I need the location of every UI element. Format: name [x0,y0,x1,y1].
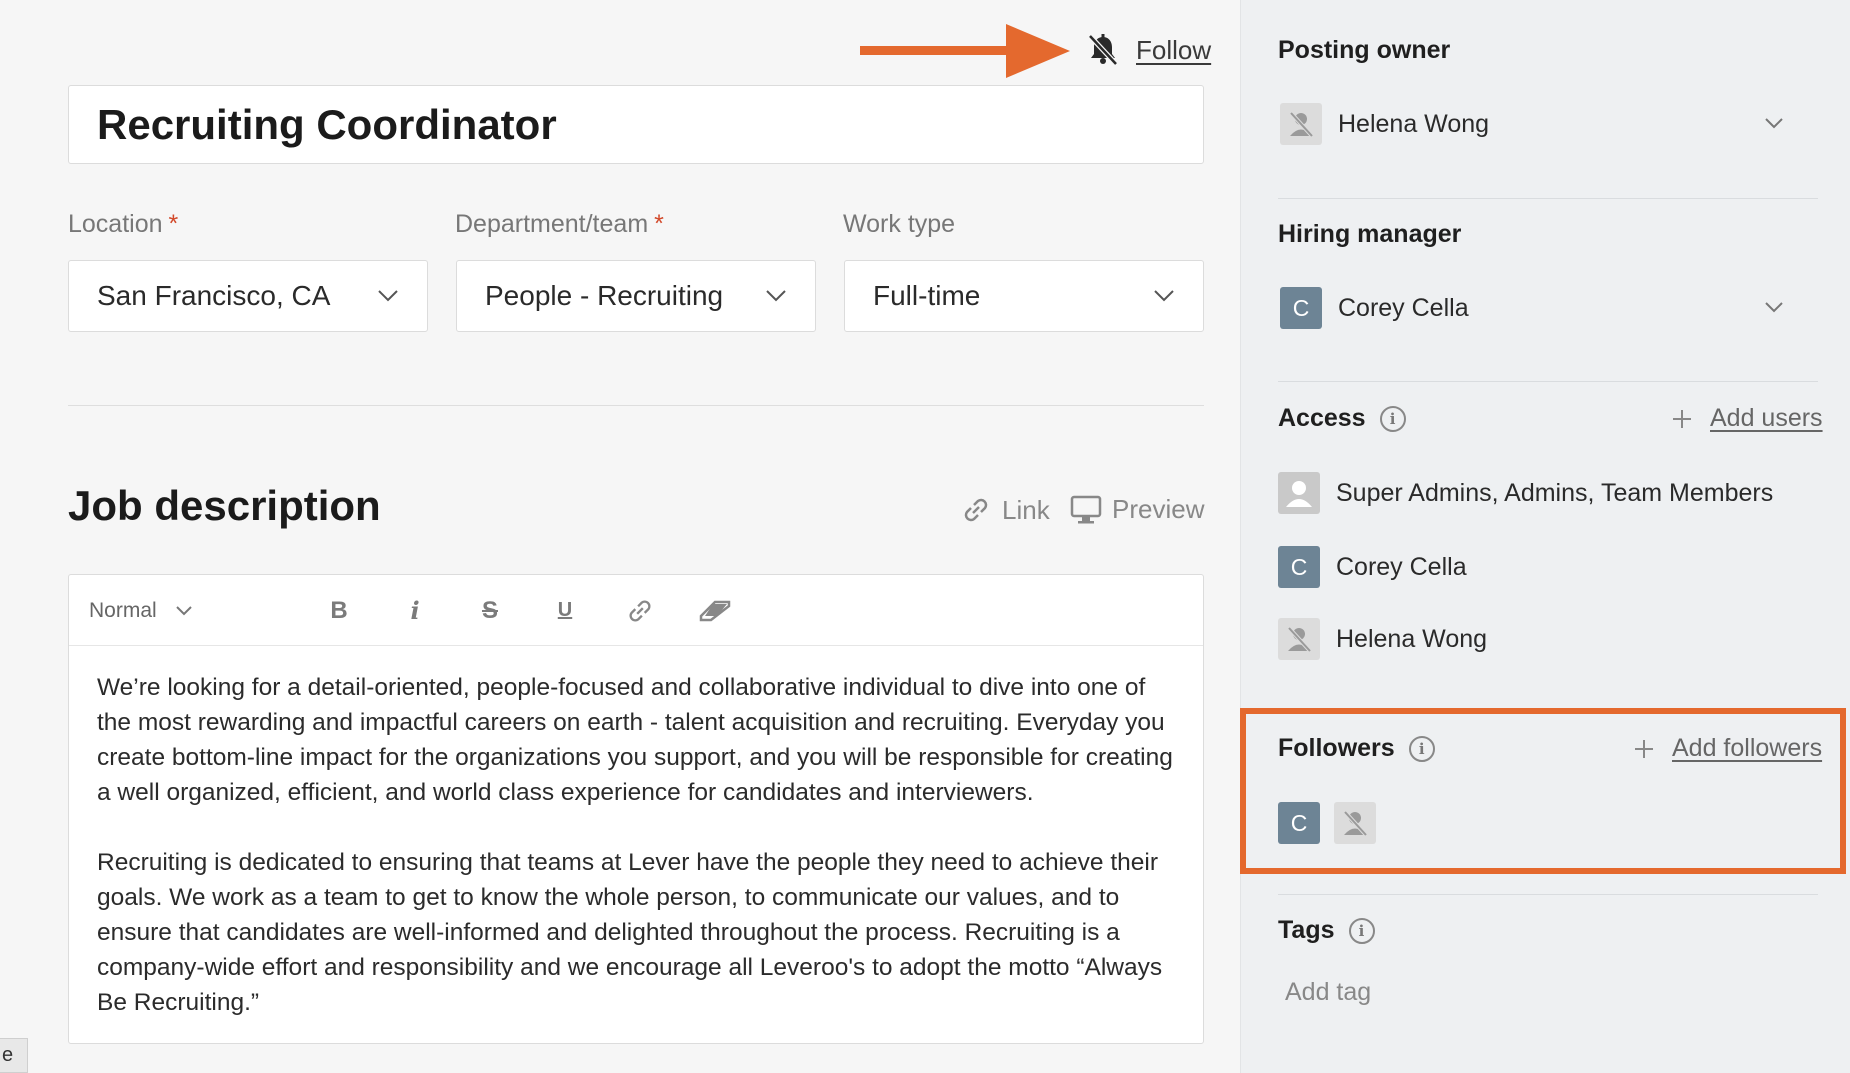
posting-owner-select[interactable]: Helena Wong [1280,103,1489,145]
monitor-icon [1070,495,1102,523]
description-paragraph: We’re looking for a detail-oriented, peo… [97,674,1173,806]
access-entry: C Corey Cella [1278,546,1467,588]
avatar[interactable]: C [1278,802,1320,844]
department-value: People - Recruiting [485,280,724,311]
sidebar [1240,0,1850,1073]
posting-owner-name: Helena Wong [1338,109,1490,138]
clear-format-button[interactable] [694,575,738,646]
side-tab[interactable]: e [0,1038,28,1073]
link-button[interactable]: Link [960,494,1050,526]
editor-content[interactable]: We’re looking for a detail-oriented, peo… [69,646,1203,1044]
work-type-select[interactable]: Full-time [844,260,1204,332]
add-followers-button[interactable]: Add followers [1634,734,1822,763]
description-paragraph: Recruiting is dedicated to ensuring that… [97,849,1163,1016]
link-icon [964,498,988,522]
main-panel: Follow Recruiting Coordinator Location * … [0,0,1240,1073]
bold-button[interactable]: B [321,575,357,646]
section-divider [1278,381,1818,382]
user-group-icon [1286,481,1312,507]
link-label: Link [1002,494,1050,525]
add-tag-input[interactable]: Add tag [1285,978,1371,1007]
followers-highlight-box [1240,708,1846,874]
rich-text-editor[interactable]: Normal B i S U We’re looking for a detai… [68,574,1204,1044]
underline-button[interactable]: U [547,575,583,646]
avatar [1280,103,1322,145]
user-off-icon [1287,626,1312,653]
required-marker: * [654,210,664,238]
job-title-input[interactable]: Recruiting Coordinator [68,85,1204,164]
department-select[interactable]: People - Recruiting [456,260,816,332]
insert-link-button[interactable] [620,575,660,646]
strikethrough-button[interactable]: S [472,575,508,646]
avatar[interactable] [1334,802,1376,844]
section-divider [1278,198,1818,199]
annotation-arrow-icon [860,24,1070,78]
text-style-select[interactable]: Normal [89,575,193,646]
location-select[interactable]: San Francisco, CA [68,260,428,332]
hiring-manager-select[interactable]: C Corey Cella [1280,287,1469,329]
access-entry-name: Helena Wong [1336,624,1488,653]
plus-icon [1673,409,1691,428]
followers-avatars: C [1278,802,1376,844]
editor-toolbar: Normal B i S U [69,575,1203,646]
preview-button[interactable]: Preview [1070,494,1204,525]
add-users-link: Add users [1710,404,1823,432]
followers-heading: Followers i [1278,734,1435,763]
user-off-icon [1289,111,1314,138]
chevron-down-icon[interactable] [1764,301,1784,314]
info-icon[interactable]: i [1379,405,1406,432]
info-icon[interactable]: i [1408,735,1435,762]
link-icon [629,599,651,622]
avatar: C [1280,287,1322,329]
avatar [1278,472,1320,514]
info-icon[interactable]: i [1348,917,1375,944]
follow-control[interactable]: Follow [1088,30,1211,70]
chevron-down-icon [378,290,398,302]
preview-label: Preview [1112,494,1205,524]
user-off-icon [1343,810,1368,837]
chevron-down-icon [175,605,192,615]
chevron-down-icon [1154,290,1174,302]
italic-button[interactable]: i [397,575,433,646]
add-users-button[interactable]: Add users [1672,404,1823,433]
access-heading: Access i [1278,404,1406,433]
work-type-value: Full-time [873,280,981,311]
tags-heading: Tags i [1278,916,1375,945]
underline-icon: U [557,599,573,621]
eraser-icon [699,600,731,621]
section-divider [1278,894,1818,895]
avatar [1278,618,1320,660]
italic-icon: i [410,596,420,625]
access-entry-name: Super Admins, Admins, Team Members [1336,478,1774,507]
text-style-value: Normal [89,598,157,622]
chevron-down-icon[interactable] [1764,117,1784,130]
required-marker: * [168,210,179,238]
strikethrough-icon: S [481,596,498,624]
bell-off-icon [1088,34,1118,66]
access-entry: Helena Wong [1278,618,1487,660]
location-label: Location * [68,210,179,238]
posting-owner-heading: Posting owner [1278,36,1451,64]
access-entry: Super Admins, Admins, Team Members [1278,472,1773,514]
avatar: C [1278,546,1320,588]
work-type-label: Work type [843,210,956,238]
hiring-manager-heading: Hiring manager [1278,220,1462,248]
section-divider [68,405,1204,406]
access-entry-name: Corey Cella [1336,552,1467,581]
location-value: San Francisco, CA [97,280,331,311]
hiring-manager-name: Corey Cella [1338,293,1469,322]
add-followers-link: Add followers [1672,734,1823,762]
chevron-down-icon [766,290,786,302]
job-title-text: Recruiting Coordinator [97,100,557,148]
follow-link[interactable]: Follow [1136,35,1211,66]
plus-icon [1635,739,1653,758]
bold-icon: B [330,596,348,624]
job-description-heading: Job description [68,482,381,529]
department-label: Department/team * [455,210,664,238]
